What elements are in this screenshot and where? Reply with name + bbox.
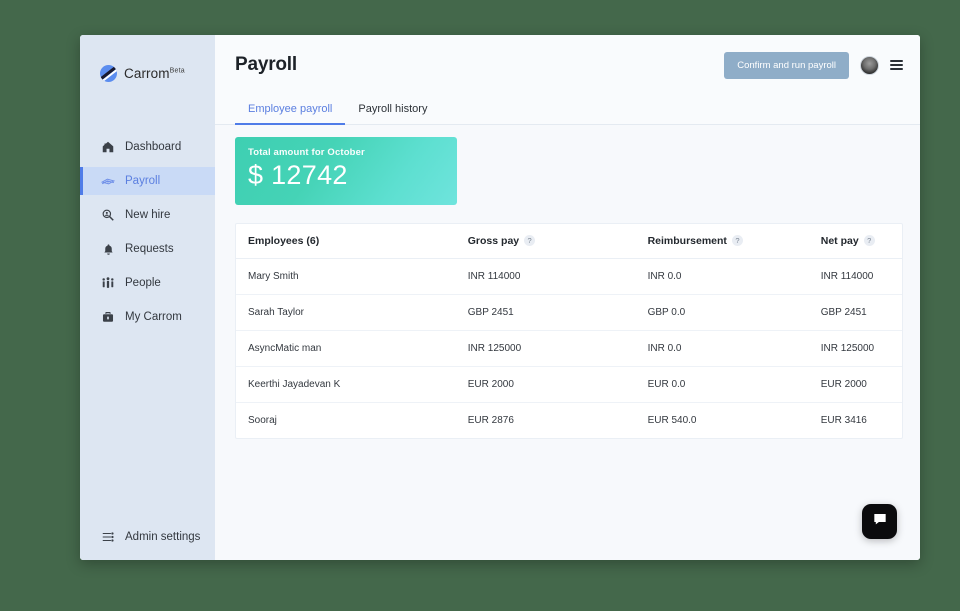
sidebar-item-requests[interactable]: Requests: [80, 235, 215, 263]
cell-reimbursement: EUR 540.0: [647, 415, 697, 426]
column-header-label: Reimbursement: [647, 235, 727, 247]
cell-gross-pay: EUR 2000: [455, 366, 636, 403]
total-amount-card: Total amount for October $ 12742: [235, 137, 457, 205]
brand-name-text: Carrom: [124, 66, 170, 81]
cell-gross-pay: GBP 2451: [455, 294, 636, 331]
admin-settings-label: Admin settings: [125, 531, 201, 543]
carrom-disc-icon: [100, 65, 117, 82]
sidebar-item-label: Requests: [125, 243, 174, 255]
column-header-reimbursement: Reimbursement?: [635, 224, 809, 259]
page-title: Payroll: [235, 54, 297, 75]
payroll-table: Employees (6) Gross pay? Reimbursement? …: [235, 223, 903, 439]
sidebar-item-new-hire[interactable]: New hire: [80, 201, 215, 229]
sidebar-item-label: People: [125, 277, 161, 289]
people-icon: [101, 276, 115, 290]
bell-icon: [101, 242, 115, 256]
avatar[interactable]: [860, 55, 879, 75]
confirm-and-run-payroll-button[interactable]: Confirm and run payroll: [724, 51, 849, 79]
table-row[interactable]: Sarah Taylor GBP 2451 GBP 0.0 GBP 2451: [236, 294, 902, 331]
sidebar: CarromBeta Dashboard Payroll New hire Re…: [80, 35, 215, 560]
cell-employee: Sooraj: [248, 415, 277, 426]
cell-net-pay: EUR 3416: [820, 415, 867, 426]
table-row[interactable]: AsyncMatic man INR 125000 INR 0.0 INR 12…: [236, 330, 902, 367]
home-icon: [101, 140, 115, 154]
sidebar-item-payroll[interactable]: Payroll: [80, 167, 215, 195]
cell-net-pay: INR 114000: [808, 258, 902, 295]
tab-bar: Employee payroll Payroll history: [215, 95, 920, 125]
sliders-icon: [101, 530, 115, 544]
sidebar-item-label: New hire: [125, 209, 171, 221]
cell-employee: Mary Smith: [236, 258, 456, 295]
chat-bubble-icon: [872, 511, 888, 532]
sidebar-item-label: My Carrom: [125, 311, 182, 323]
cell-gross-pay: INR 114000: [455, 258, 636, 295]
table-row[interactable]: Mary Smith INR 114000 INR 0.0 INR 114000: [236, 258, 902, 295]
cell-employee: Sarah Taylor: [236, 294, 456, 331]
main-area: Payroll Confirm and run payroll Employee…: [215, 35, 920, 560]
cell-employee: AsyncMatic man: [236, 330, 456, 367]
sidebar-item-label: Payroll: [125, 175, 161, 187]
sidebar-item-label: Dashboard: [125, 141, 182, 153]
hamburger-menu-icon[interactable]: [890, 60, 903, 70]
cell-reimbursement: INR 0.0: [635, 330, 809, 367]
cell-reimbursement: INR 0.0: [635, 258, 809, 295]
money-stack-icon: [101, 174, 115, 188]
topbar: Payroll Confirm and run payroll: [215, 35, 920, 95]
table-header-row: Employees (6) Gross pay? Reimbursement? …: [236, 224, 902, 259]
cell-net-pay: GBP 2451: [808, 294, 902, 331]
cell-reimbursement: EUR 0.0: [635, 366, 809, 403]
column-header-label: Net pay: [820, 235, 859, 247]
tab-payroll-history[interactable]: Payroll history: [345, 95, 440, 124]
sidebar-nav: Dashboard Payroll New hire Requests Peop…: [80, 133, 215, 337]
question-mark-icon[interactable]: ?: [524, 235, 536, 246]
cell-gross-pay: EUR 2876: [467, 415, 514, 426]
topbar-actions: Confirm and run payroll: [724, 51, 903, 79]
table-row[interactable]: Keerthi Jayadevan K EUR 2000 EUR 0.0 EUR…: [236, 366, 902, 403]
sidebar-item-my-carrom[interactable]: My Carrom: [80, 303, 215, 331]
brand-beta-tag: Beta: [169, 67, 185, 75]
table-row[interactable]: Sooraj EUR 2876 EUR 540.0 EUR 3416: [236, 403, 902, 439]
app-window: CarromBeta Dashboard Payroll New hire Re…: [80, 35, 920, 560]
cell-gross-pay: INR 125000: [455, 330, 636, 367]
cell-reimbursement: GBP 0.0: [635, 294, 809, 331]
column-header-employees: Employees (6): [236, 224, 456, 259]
sidebar-item-people[interactable]: People: [80, 269, 215, 297]
brand-logo-area[interactable]: CarromBeta: [80, 35, 215, 95]
search-user-icon: [101, 208, 115, 222]
column-header-label: Employees (6): [248, 235, 320, 247]
briefcase-icon: [101, 310, 115, 324]
tab-employee-payroll[interactable]: Employee payroll: [235, 95, 346, 125]
total-amount-value: $ 12742: [248, 160, 348, 190]
chat-widget-button[interactable]: [862, 504, 897, 539]
sidebar-item-admin-settings[interactable]: Admin settings: [80, 530, 215, 560]
column-header-gross-pay: Gross pay?: [455, 224, 636, 259]
brand-name: CarromBeta: [124, 66, 185, 81]
cell-net-pay: EUR 2000: [808, 366, 902, 403]
cell-net-pay: INR 125000: [808, 330, 902, 367]
column-header-net-pay: Net pay?: [808, 224, 902, 259]
column-header-label: Gross pay: [467, 235, 520, 247]
content-area: Total amount for October $ 12742 Employe…: [215, 125, 920, 560]
sidebar-item-dashboard[interactable]: Dashboard: [80, 133, 215, 161]
total-amount-label: Total amount for October: [248, 147, 365, 158]
question-mark-icon[interactable]: ?: [863, 235, 875, 246]
question-mark-icon[interactable]: ?: [731, 235, 743, 246]
cell-employee: Keerthi Jayadevan K: [236, 366, 456, 403]
